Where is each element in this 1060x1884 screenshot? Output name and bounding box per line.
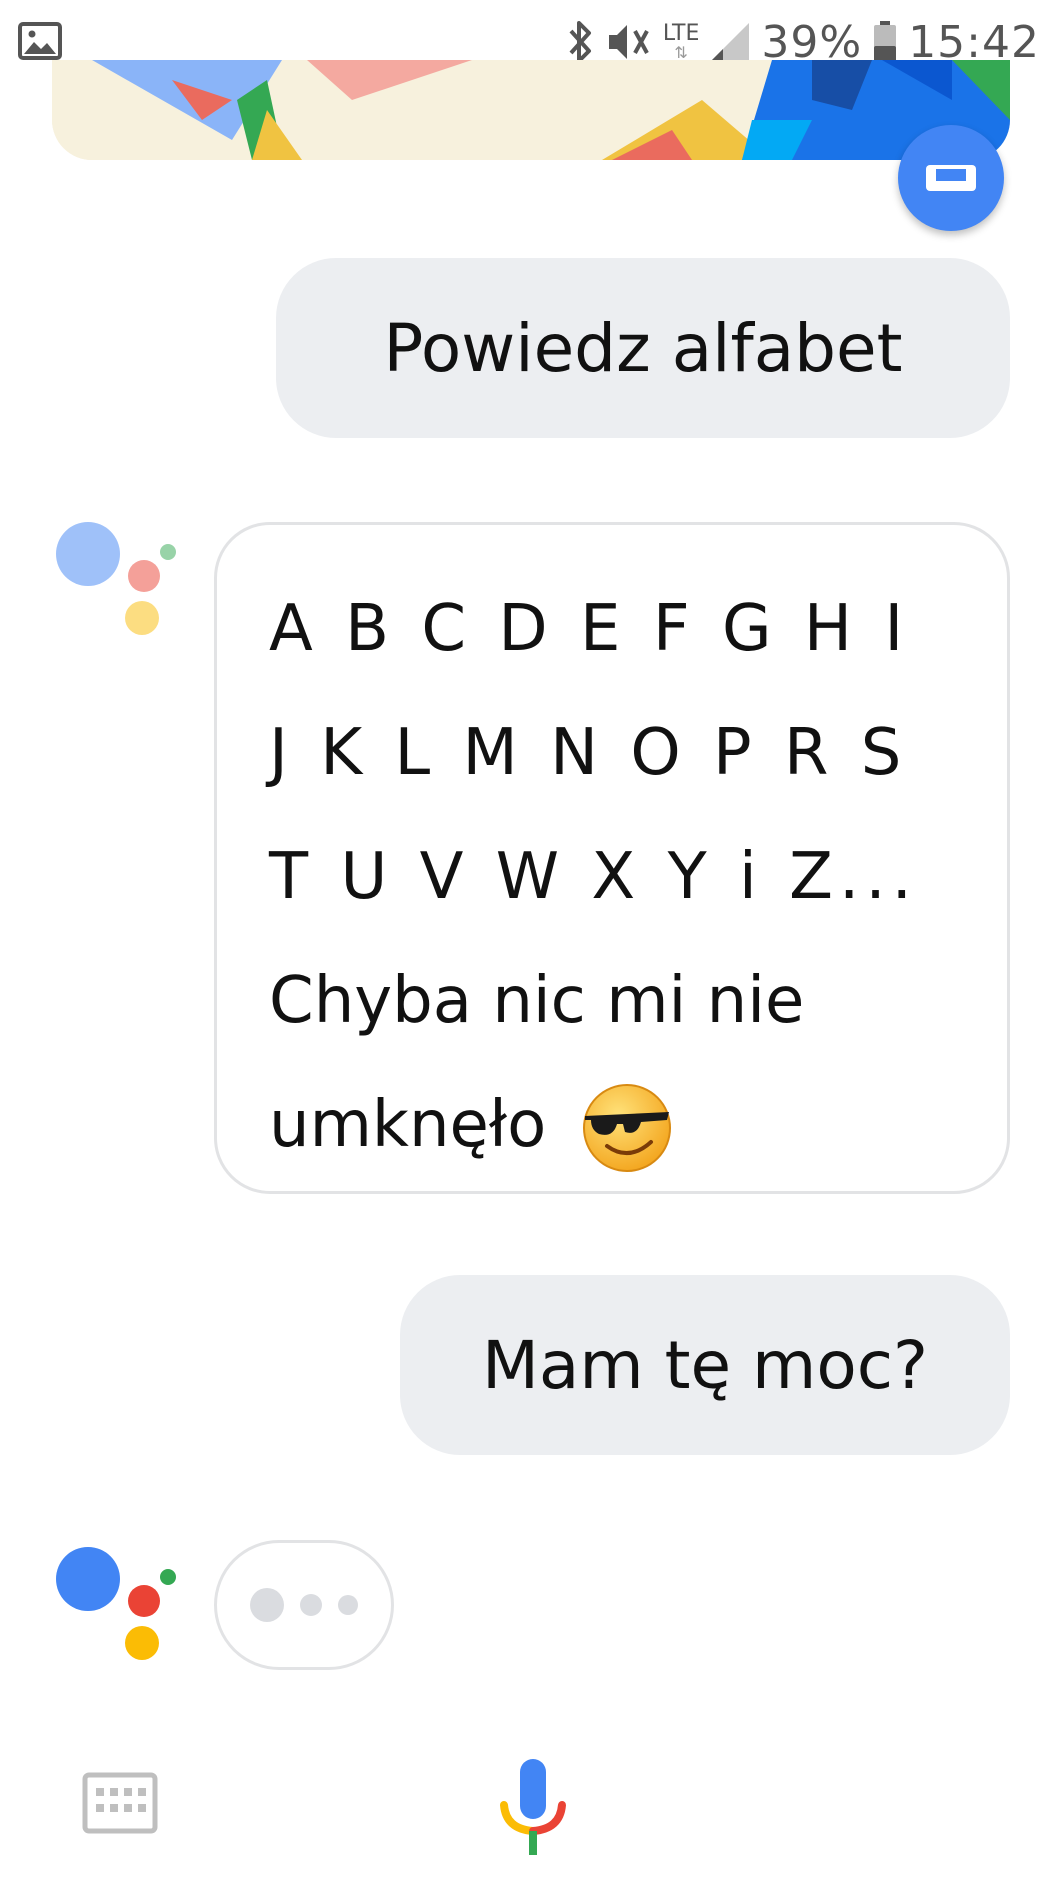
banner-artwork xyxy=(52,60,1010,160)
signal-icon xyxy=(709,21,751,63)
assistant-message-bubble[interactable]: A B C D E F G H I J K L M N O P R S T U … xyxy=(214,522,1010,1194)
lte-icon: LTE ⇅ xyxy=(662,21,700,62)
network-type-label: LTE xyxy=(662,21,700,46)
user-message-bubble[interactable]: Powiedz alfabet xyxy=(276,258,1010,438)
smiling-face-with-sunglasses-icon xyxy=(582,1084,671,1173)
typing-dots-icon xyxy=(214,1540,394,1670)
image-icon xyxy=(18,22,62,60)
user-message-text: Powiedz alfabet xyxy=(383,309,903,387)
battery-icon xyxy=(872,20,898,64)
bluetooth-icon xyxy=(565,19,595,65)
typing-dot xyxy=(250,1588,284,1622)
assistant-reply-line: umknęło xyxy=(269,1088,547,1162)
banner-card[interactable] xyxy=(52,60,1010,160)
assistant-reply-line: Chyba nic mi nie xyxy=(269,964,805,1038)
typing-dot xyxy=(338,1595,358,1615)
assistant-reply-line: T U V W X Y i Z... xyxy=(269,840,918,914)
assistant-reply-line: J K L M N O P R S xyxy=(269,716,908,790)
assistant-logo-icon xyxy=(56,522,176,635)
assistant-reply-last-line: umknęło xyxy=(269,1063,967,1187)
keyboard-icon[interactable] xyxy=(82,1772,158,1834)
typing-dot xyxy=(300,1594,322,1616)
assistant-reply-line: A B C D E F G H I xyxy=(269,592,910,666)
assistant-logo-icon xyxy=(56,1547,176,1660)
user-message-bubble[interactable]: Mam tę moc? xyxy=(400,1275,1010,1455)
screen-icon xyxy=(926,165,976,191)
mic-icon[interactable] xyxy=(498,1755,568,1865)
user-message-text: Mam tę moc? xyxy=(481,1326,929,1404)
display-toggle-button[interactable] xyxy=(898,125,1004,231)
vibrate-icon xyxy=(605,21,653,63)
